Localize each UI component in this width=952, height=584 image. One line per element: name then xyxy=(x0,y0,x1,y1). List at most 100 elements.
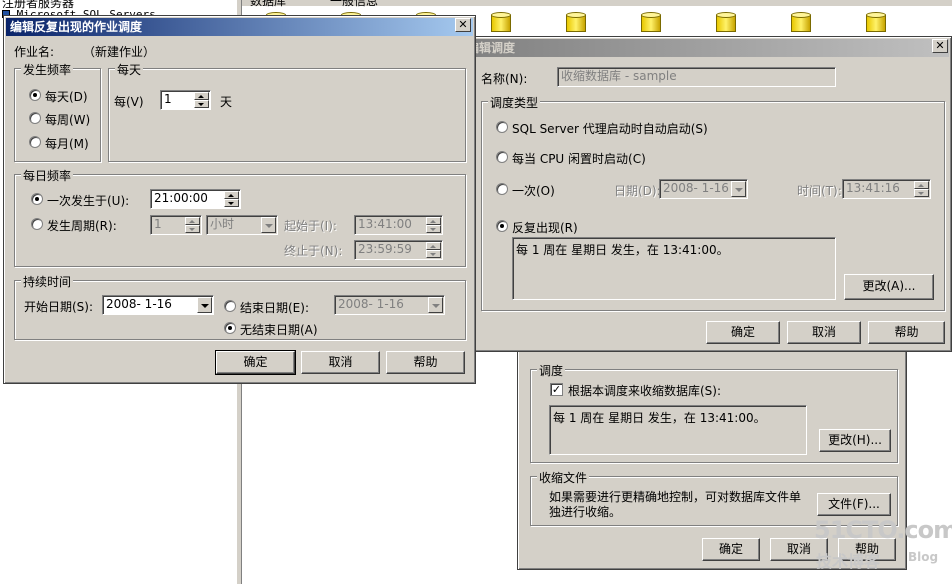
duration-group-title: 持续时间 xyxy=(21,273,74,290)
radio-daily[interactable] xyxy=(29,89,41,101)
edit-schedule-titlebar: 编辑调度 xyxy=(463,39,949,57)
help-button[interactable]: 帮助 xyxy=(868,321,945,344)
database-icon[interactable] xyxy=(641,12,661,34)
once-time-value: 13:41:16 xyxy=(846,181,900,195)
radio-no-end-date-label: 无结束日期(A) xyxy=(240,323,318,337)
recurring-description-box: 每 1 周在 星期日 发生，在 13:41:00。 xyxy=(512,237,836,300)
chevron-down-icon[interactable] xyxy=(197,297,212,313)
end-at-value: 23:59:59 xyxy=(358,242,412,256)
help-button[interactable]: 帮助 xyxy=(386,351,465,374)
every-label: 每(V) xyxy=(114,95,144,109)
radio-monthly-label: 每月(M) xyxy=(45,137,89,151)
occurs-once-time-stepper[interactable]: 21:00:00 xyxy=(150,189,241,209)
frequency-group-title: 发生频率 xyxy=(21,61,74,78)
radio-agent-start-label: SQL Server 代理启动时自动启动(S) xyxy=(512,122,708,136)
start-date-dropdown[interactable]: 2008- 1-16 xyxy=(102,295,214,315)
radio-monthly[interactable] xyxy=(29,136,41,148)
daily-group: 每天 xyxy=(108,61,466,162)
shrink-by-schedule-checkbox[interactable]: ✓ xyxy=(550,383,563,396)
spin-arrows-icon[interactable] xyxy=(194,92,209,108)
files-button[interactable]: 文件(F)... xyxy=(817,493,891,516)
daily-frequency-group-title: 每日频率 xyxy=(21,167,74,184)
database-icon[interactable] xyxy=(791,12,811,34)
recurring-job-titlebar: 编辑反复出现的作业调度 xyxy=(6,18,473,36)
every-days-value: 1 xyxy=(164,92,172,106)
spin-arrows-icon[interactable] xyxy=(914,181,929,197)
radio-cpu-idle[interactable] xyxy=(496,151,508,163)
job-name-label: 作业名: xyxy=(14,45,55,59)
time-label: 时间(T): xyxy=(797,184,842,198)
top-col-label: 一般信息 xyxy=(330,0,379,8)
chevron-down-icon[interactable] xyxy=(261,217,276,233)
period-value: 1 xyxy=(154,217,162,231)
occurs-once-time-value: 21:00:00 xyxy=(154,191,208,205)
radio-end-date[interactable] xyxy=(224,300,236,312)
radio-once-label: 一次(O) xyxy=(512,184,555,198)
database-icon[interactable] xyxy=(566,12,586,34)
schedule-group-title: 调度 xyxy=(537,362,566,379)
period-value-stepper[interactable]: 1 xyxy=(150,215,202,235)
radio-occurs-once[interactable] xyxy=(31,193,43,205)
name-label: 名称(N): xyxy=(481,72,528,86)
close-icon[interactable]: ✕ xyxy=(455,18,471,32)
every-days-stepper[interactable]: 1 xyxy=(160,90,211,110)
database-icon[interactable] xyxy=(716,12,736,34)
ok-button[interactable]: 确定 xyxy=(215,350,296,375)
recurring-job-schedule-dialog: 编辑反复出现的作业调度 ✕ 作业名: （新建作业） 发生频率 每天(D) 每周(… xyxy=(3,15,476,384)
spin-arrows-icon[interactable] xyxy=(426,217,441,233)
chevron-down-icon[interactable] xyxy=(731,181,746,197)
period-unit-dropdown[interactable]: 小时 xyxy=(206,215,278,235)
ok-button[interactable]: 确定 xyxy=(706,321,780,344)
chevron-down-icon[interactable] xyxy=(428,297,443,313)
change-recurrence-button[interactable]: 更改(A)... xyxy=(844,274,934,300)
start-date-label: 开始日期(S): xyxy=(24,300,94,314)
period-unit-value: 小时 xyxy=(210,217,235,231)
radio-once[interactable] xyxy=(496,183,508,195)
shrink-files-group-title: 收缩文件 xyxy=(537,469,590,486)
radio-end-date-label: 结束日期(E): xyxy=(240,301,309,315)
shrink-by-schedule-label: 根据本调度来收缩数据库(S): xyxy=(568,384,722,398)
job-name-value: （新建作业） xyxy=(83,45,156,59)
database-icon[interactable] xyxy=(866,12,886,34)
radio-recurring[interactable] xyxy=(496,220,508,232)
once-date-value: 2008- 1-16 xyxy=(663,181,729,195)
radio-weekly-label: 每周(W) xyxy=(45,113,91,127)
edit-schedule-dialog: 编辑调度 ✕ 名称(N): 收缩数据库 - sample 调度类型 SQL Se… xyxy=(460,36,952,352)
end-at-stepper[interactable]: 23:59:59 xyxy=(354,240,443,260)
daily-group-title: 每天 xyxy=(115,61,144,78)
end-date-dropdown[interactable]: 2008- 1-16 xyxy=(334,295,445,315)
once-date-dropdown[interactable]: 2008- 1-16 xyxy=(659,179,748,199)
spin-arrows-icon[interactable] xyxy=(426,242,441,258)
schedule-type-group-title: 调度类型 xyxy=(488,94,541,111)
dialog-title: 编辑反复出现的作业调度 xyxy=(10,20,143,34)
end-date-value: 2008- 1-16 xyxy=(338,297,404,311)
radio-agent-start[interactable] xyxy=(496,121,508,133)
once-time-stepper[interactable]: 13:41:16 xyxy=(842,179,931,199)
watermark-blog: Blog xyxy=(908,550,939,564)
every-days-unit: 天 xyxy=(220,95,233,109)
watermark-logo: 51CTO.com xyxy=(814,516,952,544)
radio-weekly[interactable] xyxy=(29,112,41,124)
start-at-value: 13:41:00 xyxy=(358,217,412,231)
radio-occurs-every-label: 发生周期(R): xyxy=(47,219,117,233)
cancel-button[interactable]: 取消 xyxy=(301,351,380,374)
change-schedule-button[interactable]: 更改(H)... xyxy=(819,429,891,452)
schedule-description-box: 每 1 周在 星期日 发生，在 13:41:00。 xyxy=(549,405,807,455)
spin-arrows-icon[interactable] xyxy=(185,217,200,233)
start-date-value: 2008- 1-16 xyxy=(106,297,172,311)
schedule-name-field[interactable]: 收缩数据库 - sample xyxy=(557,67,836,87)
radio-occurs-once-label: 一次发生于(U): xyxy=(47,194,130,208)
spin-arrows-icon[interactable] xyxy=(224,191,239,207)
cancel-button[interactable]: 取消 xyxy=(787,321,861,344)
date-label: 日期(D): xyxy=(614,184,661,198)
start-at-label: 起始于(I): xyxy=(284,219,337,233)
radio-no-end-date[interactable] xyxy=(224,322,236,334)
close-icon[interactable]: ✕ xyxy=(932,39,948,53)
radio-occurs-every[interactable] xyxy=(31,218,43,230)
database-icon[interactable] xyxy=(491,12,511,34)
start-at-stepper[interactable]: 13:41:00 xyxy=(354,215,443,235)
ok-button[interactable]: 确定 xyxy=(702,538,760,561)
shrink-files-text: 如果需要进行更精确地控制，可对数据库文件单独进行收缩。 xyxy=(549,490,802,519)
end-at-label: 终止于(N): xyxy=(284,244,343,258)
radio-cpu-idle-label: 每当 CPU 闲置时启动(C) xyxy=(512,152,646,166)
